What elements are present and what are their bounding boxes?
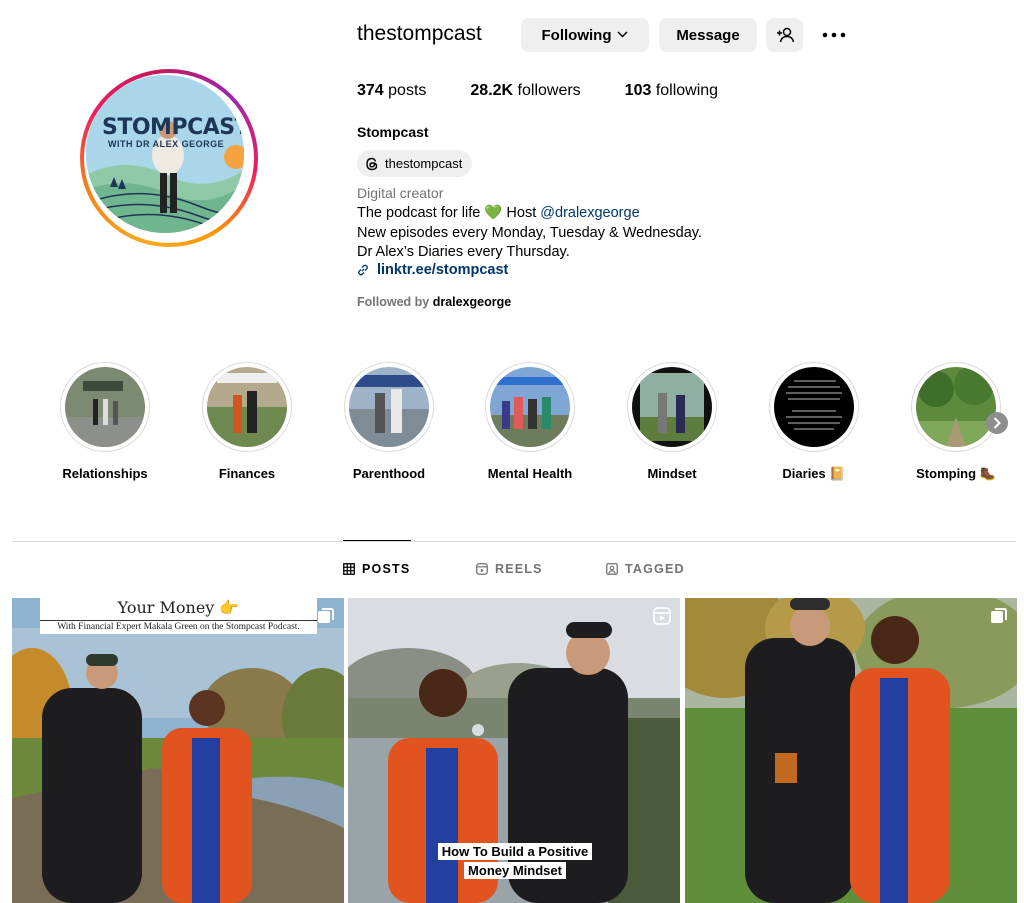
highlight-label: Parenthood <box>352 466 426 481</box>
following-count: 103 <box>624 82 652 99</box>
add-user-icon <box>776 27 794 43</box>
bio-text: The podcast for life 💚 Host <box>357 205 541 221</box>
highlight-cover-ring <box>60 362 150 452</box>
avatar-logo-text: STOMPCAST <box>102 115 244 140</box>
highlight-cover-ring <box>911 362 1001 452</box>
profile-link-text: linktr.ee/stompcast <box>377 262 509 278</box>
highlight-cover-ring <box>202 362 292 452</box>
active-tab-indicator <box>343 540 411 541</box>
message-button-label: Message <box>676 26 740 44</box>
following-label: following <box>651 82 719 99</box>
tab-posts[interactable]: POSTS <box>343 562 410 576</box>
post-title: Your Money 👉 <box>117 598 240 617</box>
carousel-icon <box>991 608 1007 623</box>
post-caption-line-2: Money Mindset <box>464 862 566 879</box>
tagged-icon <box>606 563 618 575</box>
post-tile[interactable] <box>685 598 1017 903</box>
highlight-cover <box>632 367 712 447</box>
highlight-label: Relationships <box>62 466 148 481</box>
suggest-users-button[interactable] <box>766 18 803 52</box>
highlight-mental-health[interactable]: Mental Health <box>470 362 590 481</box>
highlight-parenthood[interactable]: Parenthood <box>329 362 449 481</box>
followed-by-text[interactable]: Followed by dralexgeorge <box>357 295 511 309</box>
grid-icon <box>343 563 355 575</box>
highlight-label: Mental Health <box>487 466 573 481</box>
more-icon <box>822 32 846 38</box>
highlight-cover <box>916 367 996 447</box>
highlight-diaries[interactable]: Diaries 📔 <box>754 362 874 482</box>
following-button-label: Following <box>541 26 612 44</box>
profile-full-name: Stompcast <box>357 124 429 140</box>
highlight-label: Stomping 🥾 <box>916 466 996 481</box>
tab-tagged-label: TAGGED <box>625 562 685 576</box>
bio-mention-link[interactable]: @dralexgeorge <box>540 205 639 221</box>
followers-count: 28.2K <box>470 82 514 99</box>
chevron-right-icon <box>993 417 1001 429</box>
tab-tagged[interactable]: TAGGED <box>606 562 685 576</box>
posts-label: posts <box>383 82 427 99</box>
reels-icon <box>476 563 488 575</box>
highlight-cover-ring <box>627 362 717 452</box>
followers-stat[interactable]: 28.2K followers <box>470 82 580 100</box>
highlight-cover <box>207 367 287 447</box>
highlight-cover <box>774 367 854 447</box>
profile-external-link[interactable]: linktr.ee/stompcast <box>357 262 508 278</box>
followed-by-user: dralexgeorge <box>432 295 512 309</box>
highlight-label: Mindset <box>647 466 697 481</box>
posts-count: 374 <box>357 82 384 99</box>
highlight-finances[interactable]: Finances <box>187 362 307 481</box>
highlight-cover <box>65 367 145 447</box>
message-button[interactable]: Message <box>659 18 757 52</box>
followed-by-prefix: Followed by <box>357 295 433 309</box>
profile-username: thestompcast <box>357 22 482 45</box>
post-tile[interactable]: Your Money 👉 With Financial Expert Makal… <box>12 598 344 903</box>
post-caption: How To Build a Positive Money Mindset <box>432 842 598 880</box>
highlight-label: Diaries 📔 <box>782 466 846 481</box>
highlight-cover-ring <box>769 362 859 452</box>
post-image <box>12 598 344 903</box>
highlights-next-button[interactable] <box>986 412 1008 434</box>
profile-bio: The podcast for life 💚 Host @dralexgeorg… <box>357 204 702 263</box>
link-icon <box>358 264 368 276</box>
post-image <box>685 598 1017 903</box>
tab-reels[interactable]: REELS <box>476 562 543 576</box>
bio-line-2: New episodes every Monday, Tuesday & Wed… <box>357 224 702 241</box>
posts-stat: 374 posts <box>357 82 426 100</box>
reel-icon <box>653 607 671 625</box>
tabs-divider <box>12 541 1016 542</box>
bio-line-3: Dr Alex’s Diaries every Thursday. <box>357 244 570 260</box>
more-options-button[interactable] <box>816 20 852 50</box>
threads-badge[interactable]: thestompcast <box>357 150 473 177</box>
threads-handle: thestompcast <box>385 156 463 171</box>
profile-avatar-ring[interactable]: STOMPCAST WITH DR ALEX GEORGE <box>80 69 258 247</box>
post-subtitle: With Financial Expert Makala Green on th… <box>40 620 317 633</box>
following-stat[interactable]: 103 following <box>625 82 718 100</box>
profile-category: Digital creator <box>357 185 444 201</box>
bio-line-1: The podcast for life 💚 Host @dralexgeorg… <box>357 204 702 224</box>
avatar[interactable]: STOMPCAST WITH DR ALEX GEORGE <box>86 75 244 233</box>
followers-label: followers <box>513 82 581 99</box>
threads-icon <box>366 157 378 170</box>
highlight-cover-ring <box>344 362 434 452</box>
highlight-mindset[interactable]: Mindset <box>612 362 732 481</box>
highlight-cover <box>349 367 429 447</box>
post-tile[interactable]: How To Build a Positive Money Mindset <box>348 598 680 903</box>
highlight-relationships[interactable]: Relationships <box>45 362 165 481</box>
tab-reels-label: REELS <box>495 562 543 576</box>
highlight-cover-ring <box>485 362 575 452</box>
avatar-illustration <box>86 75 244 233</box>
tab-posts-label: POSTS <box>362 562 411 576</box>
highlight-cover <box>490 367 570 447</box>
following-button[interactable]: Following <box>521 18 649 52</box>
post-caption-line-1: How To Build a Positive <box>437 843 593 860</box>
avatar-logo-subtext: WITH DR ALEX GEORGE <box>108 139 225 149</box>
carousel-icon <box>318 608 334 623</box>
highlight-label: Finances <box>218 466 276 481</box>
chevron-down-icon <box>617 29 629 41</box>
profile-stats: 374 posts 28.2K followers 103 following <box>357 82 762 100</box>
